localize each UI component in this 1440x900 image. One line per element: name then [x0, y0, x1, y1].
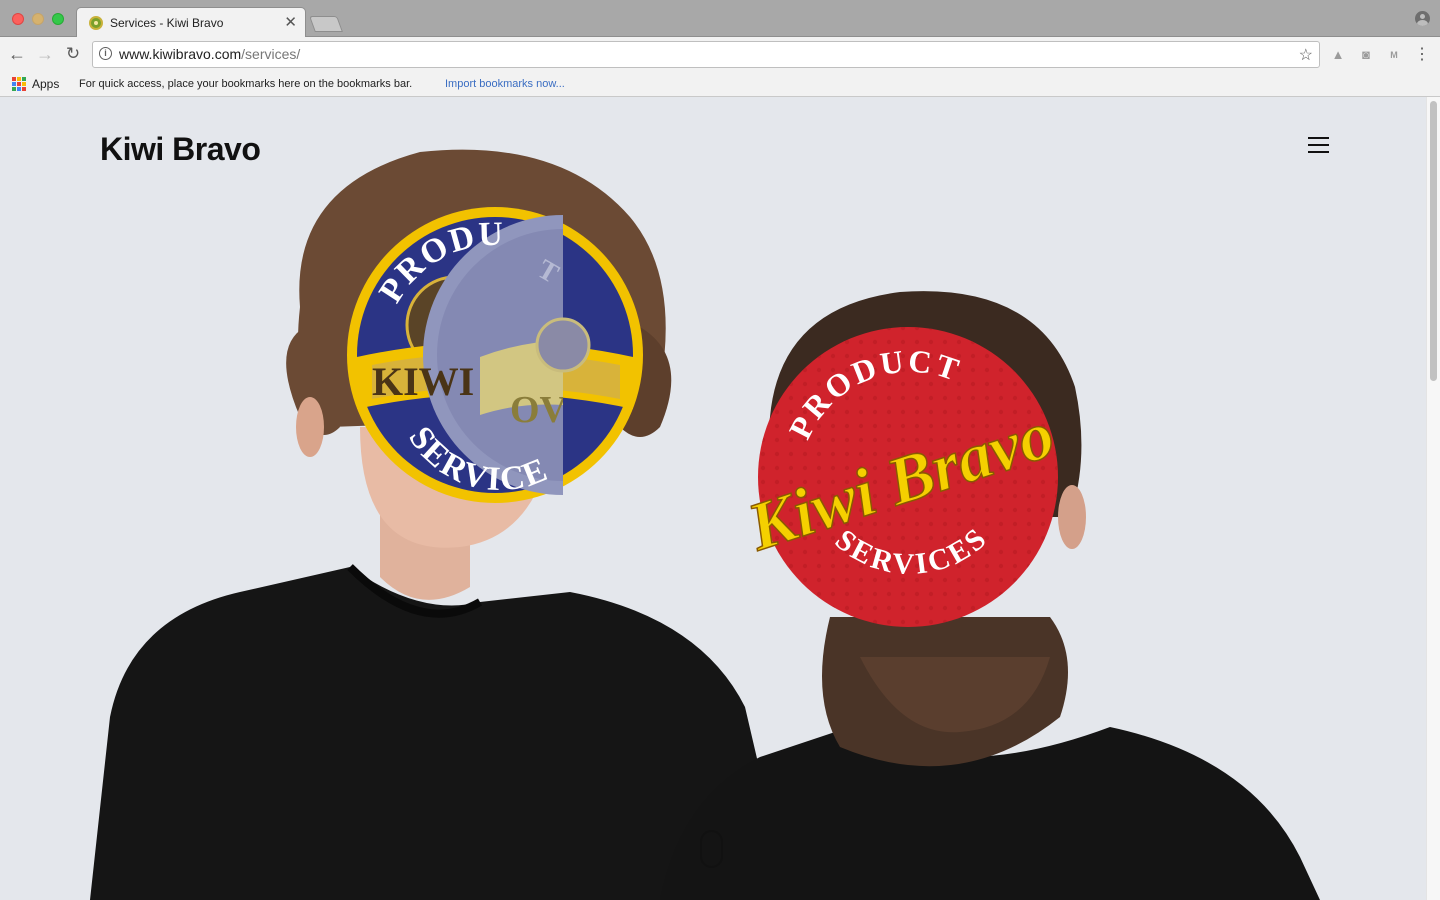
scroll-down-mouse-icon[interactable] — [700, 830, 723, 868]
apps-shortcut[interactable]: Apps — [32, 77, 59, 91]
badge-left-middle-text: KIWI — [372, 359, 474, 404]
tab-title: Services - Kiwi Bravo — [110, 16, 224, 30]
close-window-button[interactable] — [12, 13, 24, 25]
back-button[interactable]: ← — [6, 43, 28, 65]
forward-button[interactable]: → — [34, 43, 56, 65]
minimize-window-button[interactable] — [32, 13, 44, 25]
page-viewport: PRODU KIWI SERVICE T OV PRODUCT Kiwi Bra… — [0, 97, 1426, 900]
import-bookmarks-link[interactable]: Import bookmarks now... — [445, 78, 565, 90]
browser-titlebar: Services - Kiwi Bravo ✕ — [0, 0, 1440, 38]
scrollbar-thumb[interactable] — [1430, 101, 1437, 381]
badge-left-bottom-text: SERVICE — [401, 420, 552, 499]
drive-extension-icon[interactable]: ▲ — [1330, 47, 1346, 63]
close-tab-icon[interactable]: ✕ — [284, 13, 297, 31]
apps-grid-icon[interactable] — [12, 77, 26, 91]
bookmarks-bar: Apps For quick access, place your bookma… — [0, 72, 1440, 97]
badge-left-top-text: PRODU — [372, 216, 503, 309]
site-logo[interactable]: Kiwi Bravo — [100, 131, 261, 168]
url-path: /services/ — [241, 46, 301, 62]
address-bar[interactable]: i www.kiwibravo.com/services/ ☆ — [92, 41, 1320, 68]
info-icon[interactable]: i — [99, 47, 112, 60]
svg-text:SERVICES: SERVICES — [829, 521, 994, 582]
svg-text:SERVICE: SERVICE — [401, 420, 554, 499]
page-scrollbar[interactable] — [1426, 97, 1440, 900]
kiwi-favicon-icon — [89, 16, 103, 30]
fullscreen-window-button[interactable] — [52, 13, 64, 25]
badge-overlay-middle-text: OV — [510, 389, 568, 431]
svg-text:PRODU: PRODU — [372, 216, 505, 309]
reload-button[interactable]: ↻ — [62, 43, 84, 65]
profile-icon[interactable] — [1415, 11, 1430, 26]
bookmark-star-icon[interactable]: ☆ — [1299, 45, 1313, 65]
new-tab-button[interactable] — [309, 16, 343, 32]
badge-right-bottom-text: SERVICES — [829, 521, 991, 582]
tab-services[interactable]: Services - Kiwi Bravo ✕ — [76, 7, 306, 38]
mx-extension-icon[interactable]: M — [1386, 47, 1402, 63]
menu-hamburger-icon[interactable] — [1308, 137, 1329, 153]
camera-extension-icon[interactable]: ◙ — [1358, 47, 1374, 63]
badge-text-layer: PRODU KIWI SERVICE T OV PRODUCT Kiwi Bra… — [372, 216, 1063, 582]
url-text[interactable]: www.kiwibravo.com/services/ — [119, 46, 300, 62]
url-host: www.kiwibravo.com — [119, 46, 242, 62]
browser-toolbar: ← → ↻ i www.kiwibravo.com/services/ ☆ ▲ … — [0, 37, 1440, 72]
bookmarks-hint: For quick access, place your bookmarks h… — [79, 78, 413, 90]
browser-menu-icon[interactable]: ⋮ — [1414, 47, 1430, 63]
badge-overlay-top-text: T — [532, 254, 564, 290]
